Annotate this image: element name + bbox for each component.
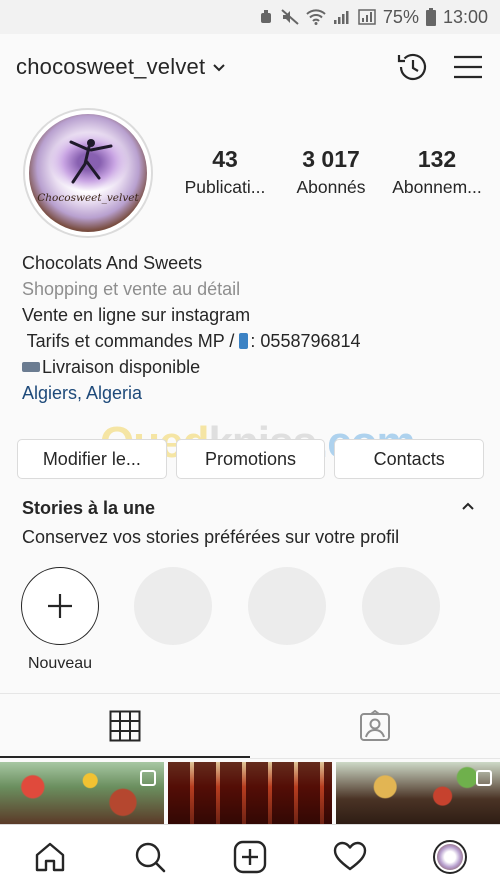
bio-line-1: Vente en ligne sur instagram	[22, 305, 251, 325]
avatar-brand-text: Chocosweet_velvet	[37, 192, 139, 204]
profile-name: Chocolats And Sweets	[22, 253, 203, 273]
heart-icon[interactable]	[333, 840, 367, 874]
wifi-icon	[306, 9, 326, 25]
bio-phone: : 0558796814	[250, 331, 361, 351]
signal-icon-2	[358, 9, 376, 25]
bio-line-2-prefix: Tarifs et commandes MP /	[22, 331, 240, 351]
story-placeholder	[362, 567, 440, 645]
profile-header: chocosweet_velvet	[0, 34, 500, 100]
posts-grid	[0, 762, 500, 824]
tab-tagged[interactable]	[250, 694, 500, 758]
tabs-divider	[250, 758, 500, 759]
menu-icon[interactable]	[452, 54, 484, 80]
multiple-photos-icon	[140, 770, 156, 786]
tab-grid[interactable]	[0, 694, 250, 758]
stat-value: 132	[417, 146, 457, 172]
stat-label: Publicati...	[184, 177, 266, 197]
post-thumbnail[interactable]	[0, 762, 164, 824]
phone-icon	[239, 333, 249, 349]
stories-title: Stories à la une	[22, 498, 156, 518]
story-placeholder	[134, 567, 212, 645]
username[interactable]: chocosweet_velvet	[16, 54, 205, 80]
mute-icon	[281, 9, 299, 25]
grid-icon	[109, 710, 141, 742]
tagged-icon	[360, 710, 390, 741]
battery-percent: 75%	[382, 6, 419, 27]
post-thumbnail[interactable]	[168, 762, 332, 824]
stat-value: 3 017	[302, 146, 360, 172]
stat-following[interactable]: 132 Abonnem...	[384, 146, 490, 198]
stat-followers[interactable]: 3 017 Abonnés	[278, 146, 384, 198]
multiple-photos-icon	[476, 770, 492, 786]
promotions-button[interactable]: Promotions	[175, 439, 326, 479]
edit-profile-button[interactable]: Modifier le...	[17, 439, 167, 479]
alarm-icon	[260, 10, 271, 23]
profile-actions: Modifier le... Promotions Contacts	[17, 439, 485, 479]
profile-tabs	[0, 694, 500, 758]
battery-icon	[425, 8, 436, 26]
bio-delivery: Livraison disponible	[42, 357, 201, 377]
post-thumbnail[interactable]	[336, 762, 500, 824]
signal-icon	[333, 11, 349, 24]
stat-value: 43	[212, 146, 238, 172]
profile-category: Shopping et vente au détail	[22, 279, 241, 299]
new-story-button[interactable]	[21, 567, 99, 645]
bio-line-3: Livraison disponible	[22, 354, 492, 380]
stat-label: Abonnés	[296, 177, 366, 197]
bio-line-2: Tarifs et commandes MP / : 0558796814	[22, 328, 492, 354]
story-placeholder	[248, 567, 326, 645]
home-icon[interactable]	[33, 840, 67, 874]
profile-location[interactable]: Algiers, Algeria	[22, 380, 492, 406]
stories-subtitle: Conservez vos stories préférées sur votr…	[22, 527, 400, 547]
search-icon[interactable]	[133, 840, 167, 874]
profile-bio: Chocolats And Sweets Shopping et vente a…	[22, 250, 492, 406]
bottom-navigation	[0, 824, 500, 889]
chevron-up-icon[interactable]	[460, 500, 476, 512]
new-story-label: Nouveau	[27, 655, 93, 672]
chevron-down-icon[interactable]	[213, 64, 226, 72]
stat-label: Abonnem...	[392, 177, 482, 197]
contacts-button[interactable]: Contacts	[334, 439, 485, 479]
truck-icon	[22, 362, 40, 372]
profile-stats: 43 Publicati... 3 017 Abonnés 132 Abonne…	[172, 146, 490, 198]
clock: 13:00	[442, 6, 488, 27]
avatar-image: Chocosweet_velvet	[29, 114, 147, 232]
profile-tab-avatar[interactable]	[433, 840, 467, 874]
dancer-icon	[69, 139, 113, 184]
archive-history-icon[interactable]	[396, 50, 430, 84]
new-post-icon[interactable]	[233, 840, 267, 874]
stat-posts[interactable]: 43 Publicati...	[172, 146, 278, 198]
plus-icon	[48, 594, 72, 618]
status-bar: 75% 13:00	[0, 0, 500, 34]
profile-avatar[interactable]: Chocosweet_velvet	[23, 108, 153, 238]
